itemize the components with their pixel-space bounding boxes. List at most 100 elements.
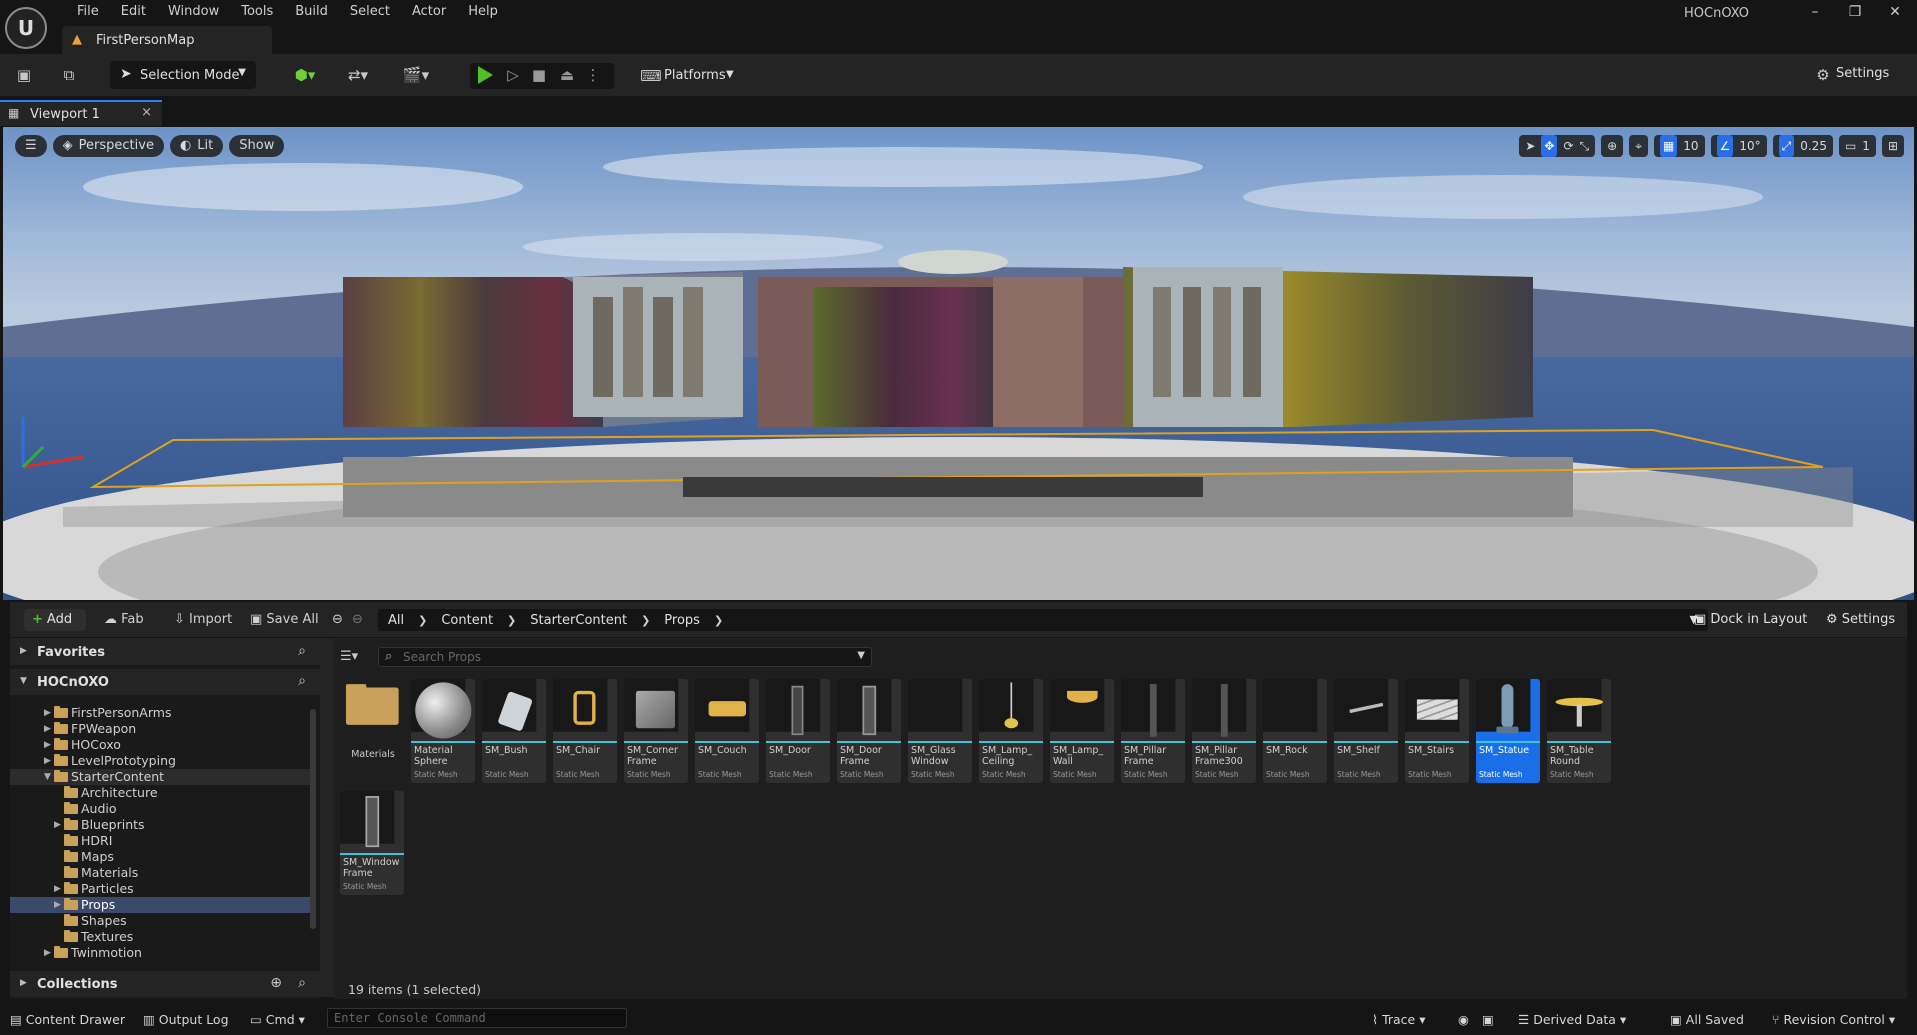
search-icon[interactable]: ⌕: [298, 673, 306, 689]
asset-tile[interactable]: Materials: [340, 679, 404, 783]
cinematics-icon[interactable]: 🎬▾: [398, 65, 434, 85]
tree-item-audio[interactable]: Audio: [10, 801, 310, 817]
step-icon[interactable]: ▷: [502, 65, 524, 85]
menu-edit[interactable]: Edit: [110, 4, 157, 20]
chevron-right-icon[interactable]: ❯: [507, 614, 516, 627]
tree-item-fpweapon[interactable]: ▶ FPWeapon: [10, 721, 310, 737]
level-tab[interactable]: ▲ FirstPersonMap: [62, 26, 272, 54]
asset-tile[interactable]: SM_Statue Static Mesh: [1476, 679, 1540, 783]
asset-tile[interactable]: SM_Window Frame Static Mesh: [340, 791, 404, 895]
all-saved-button[interactable]: ▣ All Saved: [1670, 1012, 1744, 1027]
chevron-right-icon[interactable]: ❯: [714, 614, 723, 627]
asset-tile[interactable]: SM_Pillar Frame300 Static Mesh: [1192, 679, 1256, 783]
menu-actor[interactable]: Actor: [401, 4, 457, 20]
project-root-header[interactable]: ▼ HOCnOXO ⌕: [10, 669, 320, 695]
chevron-down-icon[interactable]: ▼: [857, 650, 865, 661]
asset-tile[interactable]: SM_Door Frame Static Mesh: [837, 679, 901, 783]
revision-control-dropdown[interactable]: ⑂ Revision Control ▾: [1772, 1012, 1895, 1027]
menu-window[interactable]: Window: [157, 4, 230, 20]
play-icon[interactable]: [478, 66, 493, 84]
chevron-right-icon[interactable]: ▶: [44, 705, 51, 721]
search-icon[interactable]: ⌕: [298, 643, 306, 659]
derived-data-dropdown[interactable]: ☰ Derived Data ▾: [1518, 1012, 1626, 1027]
filter-icon[interactable]: ☰▾: [340, 649, 358, 664]
chevron-right-icon[interactable]: ❯: [641, 614, 650, 627]
more-options-icon[interactable]: ⋮: [582, 65, 604, 85]
dock-in-layout-button[interactable]: ▣ Dock in Layout: [1694, 612, 1807, 627]
breadcrumb-props[interactable]: Props: [664, 613, 700, 628]
camera-icon[interactable]: ▣: [1482, 1012, 1494, 1027]
asset-tile[interactable]: SM_Door Static Mesh: [766, 679, 830, 783]
asset-tile[interactable]: SM_Couch Static Mesh: [695, 679, 759, 783]
menu-help[interactable]: Help: [457, 4, 509, 20]
tree-item-levelprototyping[interactable]: ▶ LevelPrototyping: [10, 753, 310, 769]
chevron-right-icon[interactable]: ▶: [54, 881, 61, 897]
menu-file[interactable]: File: [66, 4, 110, 20]
asset-tile[interactable]: SM_Lamp_ Ceiling Static Mesh: [979, 679, 1043, 783]
chevron-right-icon[interactable]: ▶: [54, 817, 61, 833]
menu-select[interactable]: Select: [339, 4, 401, 20]
import-button[interactable]: ⇩ Import: [174, 612, 232, 627]
search-props-input[interactable]: [403, 649, 843, 665]
tree-item-materials[interactable]: Materials: [10, 865, 310, 881]
unreal-logo-icon[interactable]: U: [5, 7, 47, 49]
rotation-snap[interactable]: ∠ 10°: [1710, 135, 1767, 157]
fab-button[interactable]: ☁ Fab: [104, 612, 144, 627]
camera-speed[interactable]: ▭ 1: [1838, 135, 1876, 157]
search-icon[interactable]: ⌕: [298, 975, 306, 991]
save-icon[interactable]: ▣: [13, 65, 35, 85]
layout-toggle[interactable]: ⊞: [1881, 135, 1904, 157]
asset-tile[interactable]: SM_Table Round Static Mesh: [1547, 679, 1611, 783]
world-local-toggle[interactable]: ⊕: [1601, 135, 1624, 157]
asset-tile[interactable]: SM_Chair Static Mesh: [553, 679, 617, 783]
asset-tile[interactable]: Material Sphere Static Mesh: [411, 679, 475, 783]
tree-item-blueprints[interactable]: ▶ Blueprints: [10, 817, 310, 833]
eject-icon[interactable]: ⏏: [556, 65, 578, 85]
favorites-header[interactable]: ▶ Favorites ⌕: [10, 639, 320, 665]
console-input[interactable]: [334, 1009, 624, 1027]
chevron-right-icon[interactable]: ▶: [44, 721, 51, 737]
breadcrumb-startercontent[interactable]: StarterContent: [530, 613, 627, 628]
add-actor-icon[interactable]: ⬢▾: [287, 65, 323, 85]
tree-item-maps[interactable]: Maps: [10, 849, 310, 865]
close-window-icon[interactable]: ✕: [1880, 2, 1910, 22]
search-props-field[interactable]: ⌕ ▼: [378, 647, 872, 667]
asset-tile[interactable]: SM_Pillar Frame Static Mesh: [1121, 679, 1185, 783]
asset-tile[interactable]: SM_Bush Static Mesh: [482, 679, 546, 783]
lit-button[interactable]: ◐ Lit: [169, 135, 224, 157]
breadcrumb-content[interactable]: Content: [441, 613, 493, 628]
grid-snap[interactable]: ▦ 10: [1653, 135, 1705, 157]
breadcrumb-all[interactable]: All: [388, 613, 404, 628]
gear-icon[interactable]: ⚙: [1812, 65, 1834, 85]
viewport-menu-button[interactable]: ☰: [15, 135, 47, 157]
chevron-right-icon[interactable]: ▶: [44, 737, 51, 753]
save-all-button[interactable]: ▣ Save All: [250, 612, 319, 627]
viewport-tab[interactable]: ▦ Viewport 1 ×: [0, 100, 162, 126]
forward-icon[interactable]: ⊖: [352, 612, 363, 627]
cmd-dropdown[interactable]: ▭ Cmd ▾: [250, 1012, 305, 1027]
asset-tile[interactable]: SM_Lamp_ Wall Static Mesh: [1050, 679, 1114, 783]
tree-item-twinmotion[interactable]: ▶ Twinmotion: [10, 945, 310, 961]
select-icon[interactable]: ➤: [1525, 135, 1535, 157]
content-drawer-button[interactable]: ▤ Content Drawer: [10, 1012, 125, 1027]
menu-build[interactable]: Build: [284, 4, 339, 20]
surface-snap-toggle[interactable]: ⌖: [1629, 135, 1648, 157]
close-icon[interactable]: ×: [141, 105, 152, 120]
tree-item-startercontent[interactable]: ▼ StarterContent: [10, 769, 310, 785]
blueprint-icon[interactable]: ⇄▾: [340, 65, 376, 85]
browse-icon[interactable]: ⧉: [58, 65, 80, 85]
console-command-field[interactable]: [327, 1008, 627, 1028]
scale-snap[interactable]: ⤢ 0.25: [1772, 135, 1833, 157]
tree-item-hocoxo[interactable]: ▶ HOCoxo: [10, 737, 310, 753]
output-log-button[interactable]: ▥ Output Log: [143, 1012, 229, 1027]
asset-tile[interactable]: SM_Stairs Static Mesh: [1405, 679, 1469, 783]
selection-mode-dropdown[interactable]: ➤ Selection Mode ▼: [110, 61, 256, 89]
tree-item-architecture[interactable]: Architecture: [10, 785, 310, 801]
chevron-right-icon[interactable]: ❯: [418, 614, 427, 627]
tree-item-firstpersonarms[interactable]: ▶ FirstPersonArms: [10, 705, 310, 721]
restore-icon[interactable]: ❐: [1840, 2, 1870, 22]
asset-tile[interactable]: SM_Shelf Static Mesh: [1334, 679, 1398, 783]
perspective-button[interactable]: ◈ Perspective: [52, 135, 164, 157]
add-collection-icon[interactable]: ⊕: [270, 975, 282, 991]
tree-item-hdri[interactable]: HDRI: [10, 833, 310, 849]
